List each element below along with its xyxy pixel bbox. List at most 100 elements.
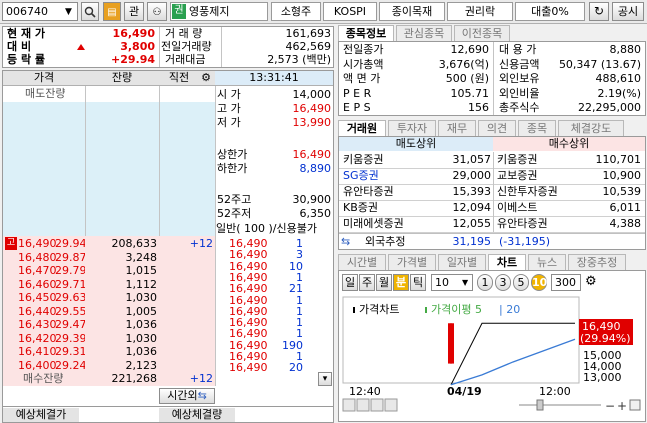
tab-broker[interactable]: 거래원 — [338, 120, 386, 136]
sell-broker-name: 키움증권 — [343, 153, 384, 166]
zoom-out-icon[interactable]: − — [605, 399, 615, 413]
tab-investor[interactable]: 투자자 — [388, 120, 436, 136]
expect-price-label: 예상체결가 — [3, 408, 79, 422]
buy-top-header: 매수상위 — [493, 137, 645, 151]
tick-scroll-button[interactable]: ▾ — [318, 372, 332, 386]
interval-select[interactable]: 10 ▼ — [431, 274, 473, 291]
step-button[interactable]: 5 — [513, 274, 529, 291]
stock-code-text: 006740 — [6, 5, 48, 18]
period-button[interactable]: 월 — [376, 274, 392, 291]
tab-chart[interactable]: 차트 — [488, 254, 526, 270]
expect-bar: 예상체결가 예상체결량 — [2, 406, 334, 423]
step-button[interactable]: 10 — [531, 274, 547, 291]
period-button[interactable]: 일 — [342, 274, 358, 291]
scroll-prev-button[interactable] — [356, 398, 370, 412]
period-button[interactable]: 주 — [359, 274, 375, 291]
stat-label: 상한가 — [217, 148, 248, 161]
info-left-label: P E R — [343, 86, 372, 100]
price-summary: 현 재 가 대 비 등 락 률 16,490 3,800 +29.94 거 래 … — [2, 26, 334, 68]
scroll-last-button[interactable] — [384, 398, 398, 412]
volume-label: 거 래 량 — [165, 27, 203, 40]
tab-by-price[interactable]: 가격별 — [388, 254, 436, 270]
tab-by-time[interactable]: 시간별 — [338, 254, 386, 270]
sell-broker-qty: 29,000 — [452, 169, 492, 182]
period-button[interactable]: 틱 — [410, 274, 426, 291]
period-button[interactable]: 분 — [393, 274, 409, 291]
search-button[interactable] — [81, 2, 99, 21]
stat-value: 6,350 — [299, 207, 332, 220]
stat-label: 52주고 — [217, 193, 252, 206]
zoom-in-icon[interactable]: + — [617, 399, 627, 413]
info-left-label: E P S — [343, 101, 371, 114]
sell-broker-qty: 15,393 — [452, 185, 492, 198]
tick-qty: 1 — [296, 294, 303, 306]
tick-qty: 1 — [296, 271, 303, 283]
bid-rate: 29.55 — [55, 304, 85, 318]
stat-label: 저 가 — [217, 116, 241, 129]
tick-qty: 1 — [296, 305, 303, 317]
tab-opinion[interactable]: 의견 — [478, 120, 516, 136]
zoom-handle[interactable] — [536, 399, 544, 411]
change-rate: +29.94 — [110, 53, 155, 66]
top-toolbar: 006740 ▼ ▤ 관 ⚇ 권 영풍제지 소형주 KOSPI 종이목재 권리락… — [0, 0, 647, 24]
x-tick-label: 12:00 — [539, 385, 571, 398]
folder-button[interactable]: ▤ — [103, 2, 121, 21]
fullscreen-icon[interactable] — [629, 399, 641, 411]
tab-by-date[interactable]: 일자별 — [438, 254, 486, 270]
price-chart: 가격차트 가격이평 5 | 2015,00014,00013,00016,490(2… — [339, 295, 645, 421]
gwan-button[interactable]: 관 — [124, 2, 144, 21]
tab-previous[interactable]: 이전종목 — [454, 25, 510, 41]
tick-qty: 190 — [282, 339, 303, 351]
tab-news[interactable]: 뉴스 — [528, 254, 566, 270]
tick-price: 16,490 — [229, 339, 268, 351]
bid-price: 16,450 — [18, 291, 57, 304]
info-right-value: 22,295,000 — [578, 101, 641, 114]
tab-finance[interactable]: 재무 — [438, 120, 476, 136]
market-tag: KOSPI — [323, 2, 377, 21]
refresh-button[interactable]: ↻ — [589, 2, 609, 21]
scroll-next-button[interactable] — [370, 398, 384, 412]
sell-broker-qty: 12,094 — [452, 201, 492, 214]
foreign-swap-icon[interactable]: ⇆ — [341, 235, 350, 249]
stock-code-input[interactable]: 006740 ▼ — [2, 2, 78, 21]
foreign-row: ⇆ 외국추정 31,195 (-31,195) — [339, 233, 645, 249]
tab-watchlist[interactable]: 관심종목 — [396, 25, 452, 41]
bid-price: 16,460 — [18, 277, 57, 291]
notice-button[interactable]: 공시 — [612, 2, 644, 21]
folder-icon: ▤ — [107, 7, 117, 18]
stock-info-panel: 전일종가 12,690 시가총액 3,676(억) 액 면 가 500 (원) P E R 1… — [338, 41, 646, 116]
legend-ma20: | 20 — [499, 303, 520, 316]
link-button[interactable]: ⚇ — [147, 2, 167, 21]
step-button[interactable]: 1 — [477, 274, 493, 291]
scroll-first-button[interactable] — [342, 398, 356, 412]
step-button[interactable]: 3 — [495, 274, 511, 291]
refresh-icon: ↻ — [593, 4, 605, 18]
high-badge: 고 — [5, 237, 17, 250]
buy-total-row: 매수잔량 221,268 +12 — [3, 372, 215, 386]
sell-area — [3, 102, 215, 236]
info-left-value: 500 (원) — [445, 72, 489, 85]
prev-header: 직전 — [168, 71, 190, 84]
chevron-down-icon[interactable]: ▼ — [462, 276, 468, 290]
chart-settings-icon[interactable]: ⚙ — [585, 275, 597, 289]
settings-icon[interactable]: ⚙ — [199, 71, 213, 85]
tab-strength[interactable]: 체결강도 — [558, 120, 624, 136]
broker-header: 매도상위 매수상위 — [339, 137, 645, 152]
tab-stock-info[interactable]: 종목정보 — [338, 25, 394, 41]
stat-label: 고 가 — [217, 102, 241, 115]
info-left-value: 105.71 — [450, 86, 490, 100]
tick-qty: 3 — [296, 249, 303, 261]
bid-rate: 29.39 — [55, 331, 85, 345]
tab-estimate[interactable]: 장중추정 — [568, 254, 626, 270]
after-hours-button[interactable]: 시간외⇆ — [159, 388, 215, 404]
sell-broker-name: 미래에셋증권 — [343, 217, 404, 230]
legend-price: 가격차트 — [359, 303, 399, 316]
chevron-down-icon[interactable]: ▼ — [65, 5, 77, 19]
tick-price: 16,490 — [229, 260, 268, 272]
tab-stock[interactable]: 종목 — [518, 120, 556, 136]
bid-qty: 1,036 — [125, 345, 158, 358]
count-input[interactable]: 300 — [551, 274, 581, 291]
info-left-label: 전일종가 — [343, 43, 384, 56]
credit-info: 일반( 100 )/신용불가 — [216, 222, 317, 235]
stat-value: 8,890 — [299, 162, 332, 175]
